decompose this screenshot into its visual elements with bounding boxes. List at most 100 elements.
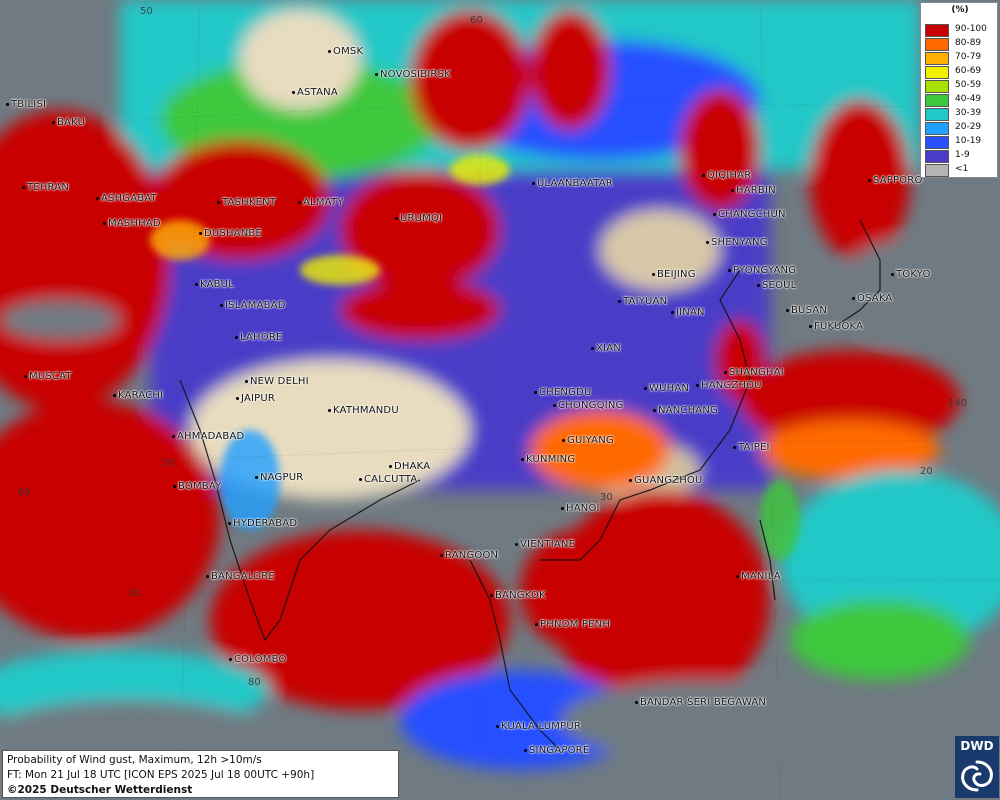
grid-label: 60 [470, 15, 483, 26]
city-label: HYDERABAD [227, 518, 298, 529]
grid-label: 30 [600, 492, 613, 503]
city-label: ISLAMABAD [220, 300, 286, 311]
legend-row: <1 [925, 163, 997, 177]
legend-row: 80-89 [925, 37, 997, 51]
city-label: TEHRAN [21, 182, 70, 193]
legend-label: 70-79 [955, 52, 982, 62]
city-label: TASHKENT [216, 197, 277, 208]
city-label: TAIYUAN [617, 296, 668, 307]
city-label: CHENGDU [533, 387, 592, 398]
city-label: GUIYANG [562, 435, 614, 446]
legend-row: 30-39 [925, 107, 997, 121]
city-label: SHANGHAI [724, 367, 784, 378]
city-label: PYONGYANG [727, 265, 797, 276]
city-label: LAHORE [235, 332, 283, 343]
map-info-box: Probability of Wind gust, Maximum, 12h >… [2, 750, 399, 798]
city-label: MANILA [736, 571, 781, 582]
grid-label: 10 [128, 588, 141, 599]
city-label: SAPPORO [868, 175, 923, 186]
grid-label: 80 [248, 677, 261, 688]
legend-label: 50-59 [955, 80, 982, 90]
city-label: VIENTIANE [514, 539, 576, 550]
legend-row: 20-29 [925, 121, 997, 135]
legend-row: 40-49 [925, 93, 997, 107]
city-label: NOVOSIBIRSK [375, 69, 451, 80]
dwd-logo-text: DWD [960, 739, 994, 753]
legend-swatch [925, 164, 949, 177]
city-label: NEW DELHI [245, 376, 309, 387]
city-label: ALMATY [298, 197, 344, 208]
legend-swatch [925, 66, 949, 79]
city-label: BEIJING [652, 269, 696, 280]
grid-label: 60 [18, 487, 31, 498]
legend-label: 10-19 [955, 136, 982, 146]
city-label: WUHAN [643, 383, 690, 394]
city-label: OSAKA [851, 293, 893, 304]
grid-label: 20 [920, 466, 933, 477]
city-label: JINAN [671, 307, 705, 318]
city-label: PHNOM PENH [534, 619, 611, 630]
city-label: FUKUOKA [808, 321, 864, 332]
city-label: TBILISI [5, 99, 47, 110]
legend-label: <1 [955, 164, 969, 174]
city-label: KUALA LUMPUR [496, 721, 581, 732]
city-label: XIAN [591, 343, 621, 354]
legend-label: 80-89 [955, 38, 982, 48]
legend-swatch [925, 94, 949, 107]
legend-swatch [925, 150, 949, 163]
city-label: SEOUL [756, 280, 797, 291]
city-label: BAKU [51, 117, 86, 128]
city-label: TAIPEI [733, 442, 770, 453]
grid-label: 50 [140, 6, 153, 17]
city-label: HARBIN [731, 185, 776, 196]
city-label: KATHMANDU [328, 405, 399, 416]
city-label: KABUL [195, 279, 234, 290]
legend-label: 40-49 [955, 94, 982, 104]
legend-swatch [925, 24, 949, 37]
city-label: CHANGCHUN [713, 209, 786, 220]
city-label: MUSCAT [24, 371, 72, 382]
city-label: JAIPUR [235, 393, 276, 404]
legend-unit: (%) [951, 5, 969, 15]
city-label: HANOI [561, 503, 600, 514]
legend-row: 60-69 [925, 65, 997, 79]
color-legend: (%) 90-100 80-89 70-79 60-69 50-59 40-49… [920, 2, 998, 178]
legend-label: 60-69 [955, 66, 982, 76]
city-label: RANGOON [439, 550, 499, 561]
map-title: Probability of Wind gust, Maximum, 12h >… [7, 754, 262, 766]
city-label: SHENYANG [706, 237, 768, 248]
city-label: AHMADABAD [171, 431, 245, 442]
forecast-time: FT: Mon 21 Jul 18 UTC [ICON EPS 2025 Jul… [7, 769, 315, 781]
legend-row: 50-59 [925, 79, 997, 93]
city-label: ULAANBAATAR [532, 178, 613, 189]
city-label: BOMBAY [172, 481, 222, 492]
city-label: COLOMBO [229, 654, 287, 665]
city-label: NAGPUR [254, 472, 304, 483]
city-label: CHONGQING [552, 400, 624, 411]
city-label: DUSHANBE [199, 228, 262, 239]
city-label: GUANGZHOU [629, 475, 703, 486]
city-label: QIQIHAR [701, 170, 752, 181]
grid-label: 20 [162, 458, 175, 469]
dwd-swirl-icon [961, 760, 993, 792]
legend-row: 70-79 [925, 51, 997, 65]
legend-row: 10-19 [925, 135, 997, 149]
grid-label: 140 [948, 398, 968, 409]
city-label: SINGAPORE [523, 745, 590, 756]
legend-label: 30-39 [955, 108, 982, 118]
city-label: KUNMING [520, 454, 576, 465]
legend-swatch [925, 38, 949, 51]
legend-swatch [925, 122, 949, 135]
city-label: NANCHANG [653, 405, 718, 416]
city-label: HANGZHOU [696, 380, 762, 391]
city-label: BANGKOK [490, 590, 546, 601]
city-label: OMSK [327, 46, 364, 57]
dwd-logo: DWD [955, 736, 999, 798]
city-label: TOKYO [891, 269, 931, 280]
city-label: MASHHAD [103, 218, 161, 229]
legend-swatch [925, 136, 949, 149]
city-label: ASTANA [292, 87, 338, 98]
legend-swatch [925, 52, 949, 65]
legend-row: 1-9 [925, 149, 997, 163]
legend-row: 90-100 [925, 23, 997, 37]
